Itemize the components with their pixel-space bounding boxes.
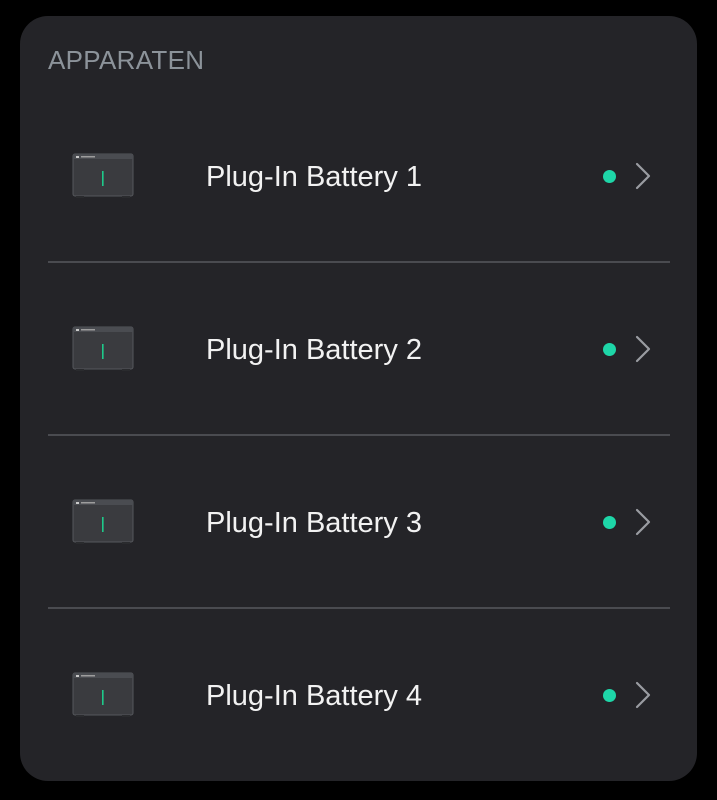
device-list: Plug-In Battery 1 Plug-In Battery 2 Plug… xyxy=(20,90,697,782)
device-row-2[interactable]: Plug-In Battery 2 xyxy=(20,263,697,436)
battery-device-icon xyxy=(72,499,134,544)
chevron-right-icon[interactable] xyxy=(634,335,652,363)
devices-card: APPARATEN Plug-In Battery 1 Plug-In Batt… xyxy=(20,16,697,781)
battery-device-icon xyxy=(72,672,134,717)
device-label: Plug-In Battery 1 xyxy=(206,161,422,193)
battery-device-icon xyxy=(72,153,134,198)
device-label: Plug-In Battery 3 xyxy=(206,507,422,539)
device-row-4[interactable]: Plug-In Battery 4 xyxy=(20,609,697,782)
section-title: APPARATEN xyxy=(48,45,205,75)
status-dot-icon xyxy=(603,170,616,183)
device-label: Plug-In Battery 2 xyxy=(206,334,422,366)
chevron-right-icon[interactable] xyxy=(634,681,652,709)
device-row-1[interactable]: Plug-In Battery 1 xyxy=(20,90,697,263)
device-row-3[interactable]: Plug-In Battery 3 xyxy=(20,436,697,609)
battery-device-icon xyxy=(72,326,134,371)
status-dot-icon xyxy=(603,343,616,356)
device-label: Plug-In Battery 4 xyxy=(206,680,422,712)
chevron-right-icon[interactable] xyxy=(634,162,652,190)
status-dot-icon xyxy=(603,516,616,529)
status-dot-icon xyxy=(603,689,616,702)
chevron-right-icon[interactable] xyxy=(634,508,652,536)
